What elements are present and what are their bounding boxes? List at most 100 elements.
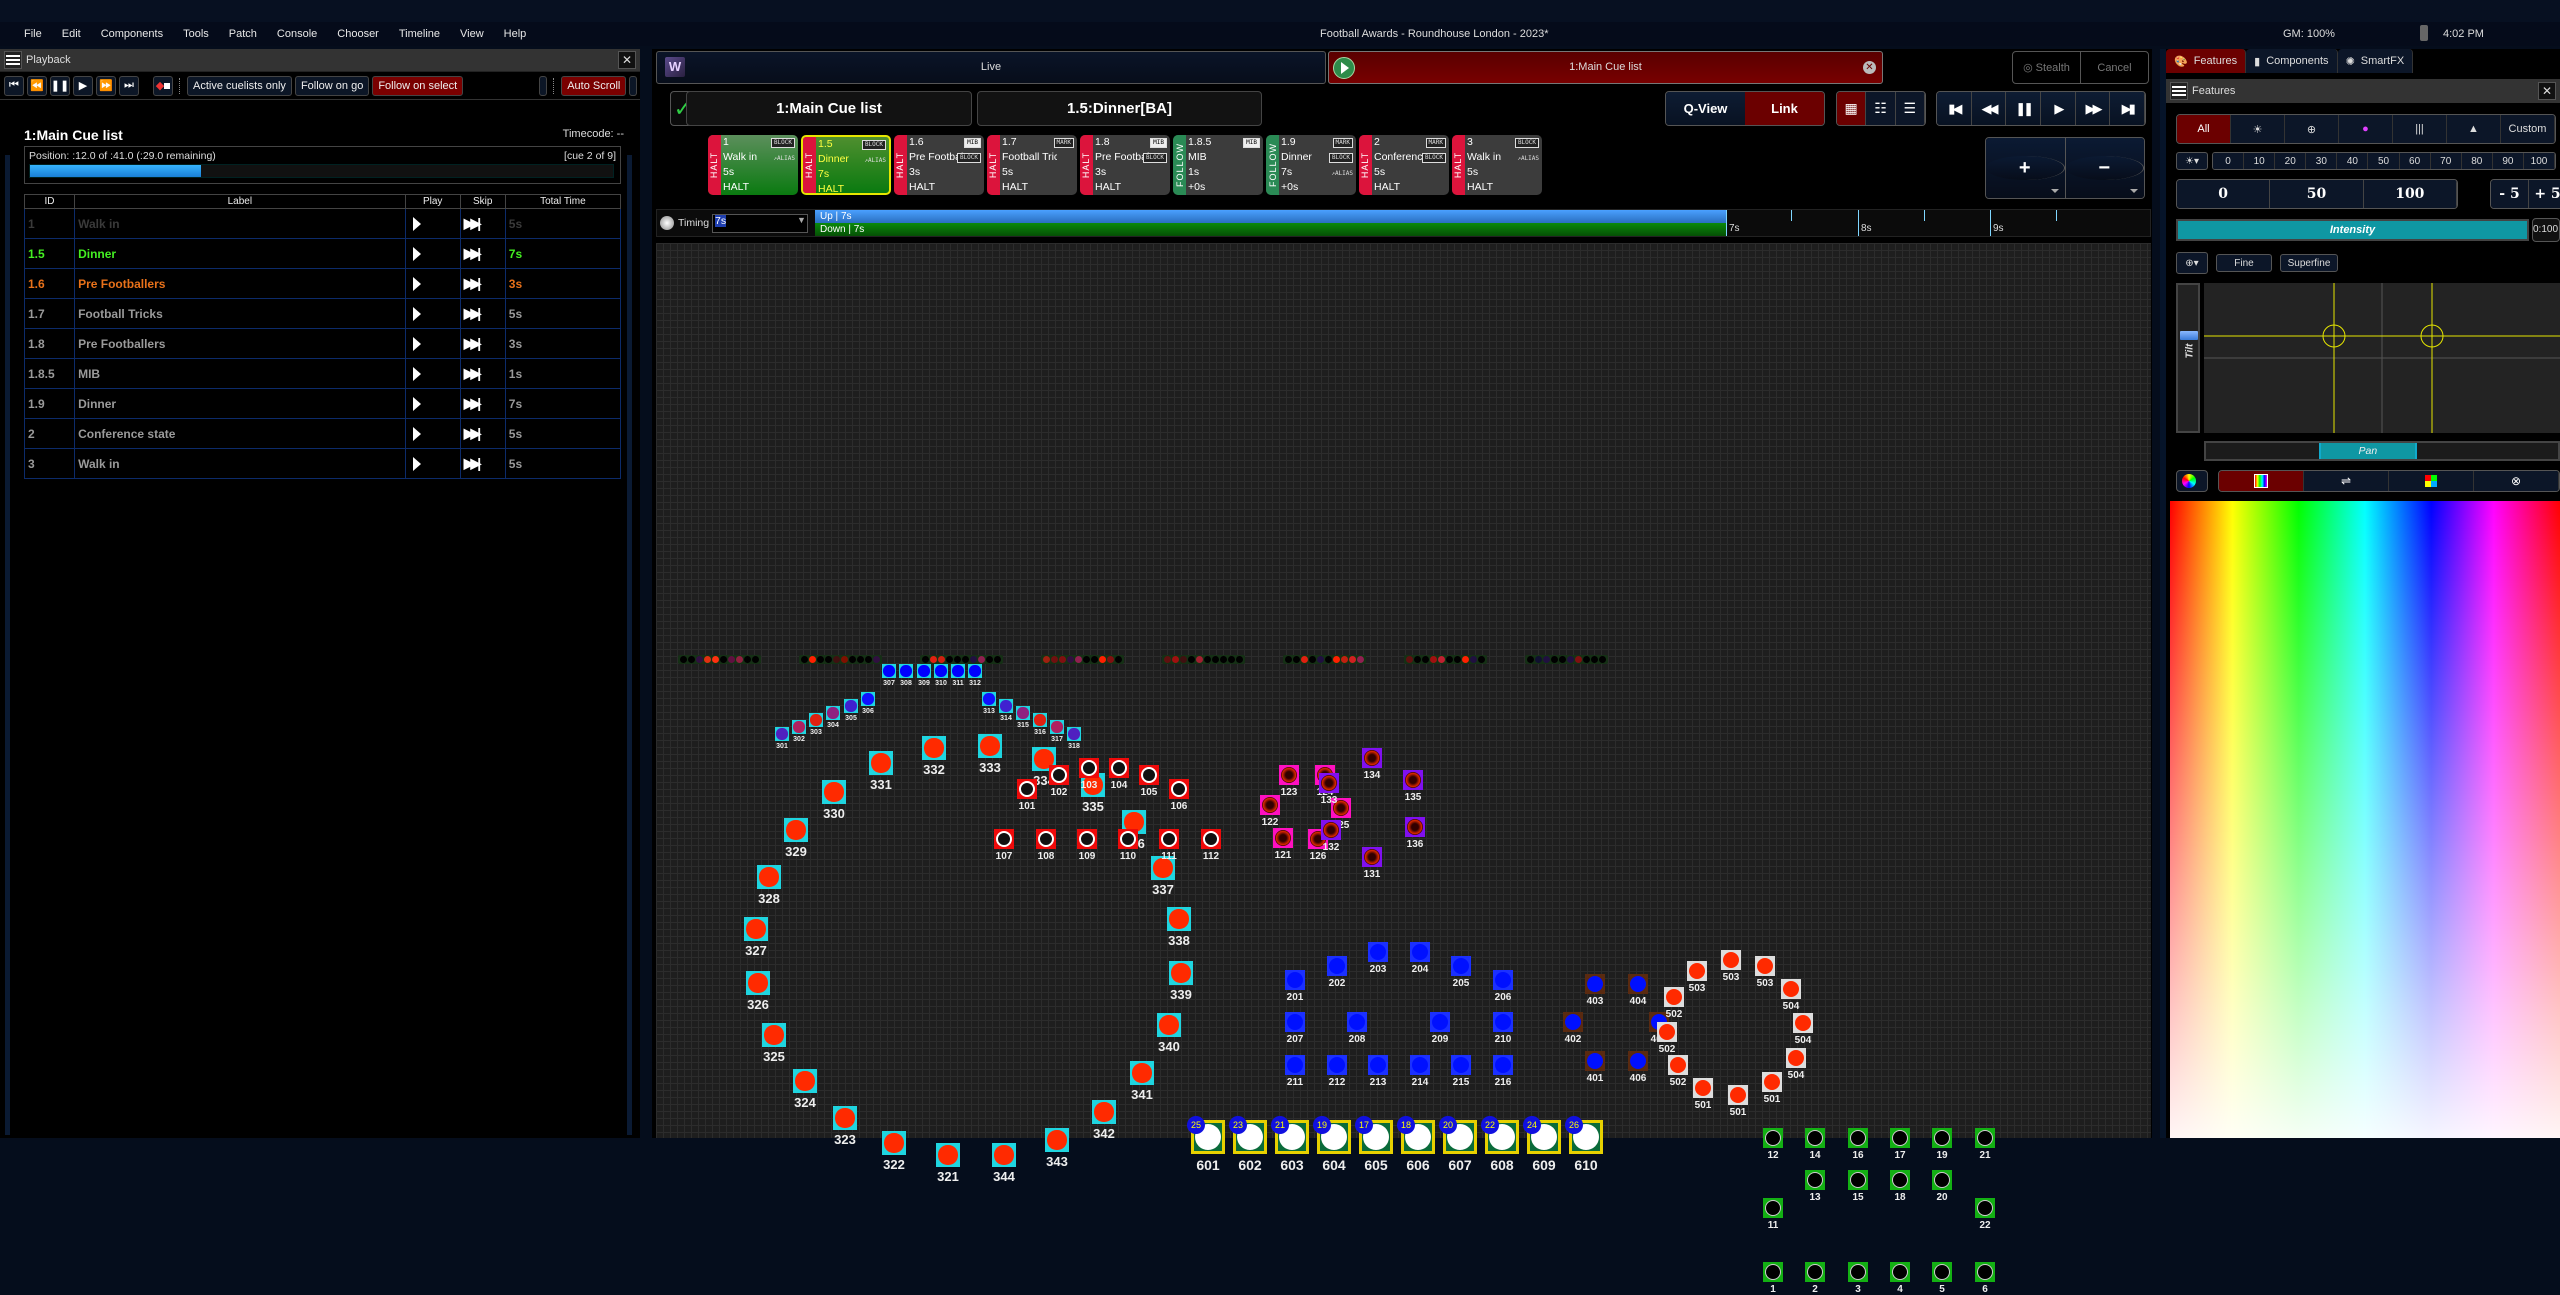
fixture[interactable] [1628,1051,1648,1071]
faders-icon[interactable]: ⇌ [2304,471,2389,491]
skip-cue-button[interactable]: ▶▶| [459,208,506,239]
skip-cue-button[interactable]: ▶▶| [459,268,506,299]
percent-button[interactable]: 0 [2213,153,2245,169]
fixture[interactable] [844,699,858,713]
step-down-button[interactable]: - 5 [2491,180,2529,208]
fixture[interactable] [982,692,996,706]
fast-forward-icon[interactable]: ▶▶ [2075,92,2111,125]
fixture[interactable] [1201,829,1221,849]
percent-button[interactable]: 50 [2368,153,2400,169]
fixture[interactable] [1159,829,1179,849]
cue-row[interactable]: 1.5 Dinner ▶▶| 7s [23,238,622,269]
play-cue-button[interactable] [404,358,461,389]
fixture[interactable] [1781,979,1801,999]
fast-forward-button[interactable]: ⏩ [96,75,116,96]
timing-dropdown-icon[interactable]: ▼ [797,215,807,232]
left-scrollbar[interactable] [5,155,10,1135]
fixture[interactable] [936,1143,960,1167]
menu-patch[interactable]: Patch [219,28,267,40]
stealth-button[interactable]: ◎ Stealth [2013,52,2081,83]
fixture[interactable] [1975,1128,1995,1148]
fixture[interactable] [826,706,840,720]
level-button[interactable]: 100 [2363,180,2457,208]
fixture[interactable] [1368,1055,1388,1075]
overflow-handle[interactable] [629,75,638,96]
cue-row[interactable]: 1.8.5 MIB ▶▶| 1s [23,358,622,389]
fixture[interactable] [1932,1262,1952,1282]
fixture[interactable] [1932,1170,1952,1190]
pause-button[interactable]: ❚❚ [50,75,70,96]
fixture[interactable] [1368,942,1388,962]
play-cue-button[interactable] [404,268,461,299]
skip-to-start-icon[interactable]: ▮◀ [1937,92,1972,125]
release-cuelist-icon[interactable]: ✕ [1863,61,1876,74]
fixture[interactable] [1563,1012,1583,1032]
cue-card[interactable]: FOLLOW 1.9 Dinner 7s +0s MARK BLOCK ↗ALIAS [1266,135,1356,195]
fixture[interactable] [809,713,823,727]
timeline-view-icon[interactable]: ☰ [1895,92,1925,125]
tab-components[interactable]: ▮ Components [2246,49,2338,73]
hamburger-menu-icon[interactable] [4,51,22,69]
fixture[interactable] [869,751,893,775]
fixture[interactable] [1285,970,1305,990]
percent-button[interactable]: 30 [2306,153,2338,169]
qview-button[interactable]: Q-View [1666,92,1745,125]
menu-help[interactable]: Help [494,28,537,40]
fixture[interactable] [762,1023,786,1047]
fixture[interactable] [1763,1128,1783,1148]
fixture[interactable] [1763,1198,1783,1218]
tab-smartfx[interactable]: ✺ SmartFX [2337,49,2414,73]
active-cuelist-bar[interactable]: 1:Main Cue list ✕ [1328,51,1883,84]
live-bar[interactable]: W Live [656,51,1326,84]
level-button[interactable]: 0 [2177,180,2271,208]
play-cue-button[interactable] [404,388,461,419]
percent-button[interactable]: 100 [2523,153,2555,169]
fixture[interactable] [1169,779,1189,799]
fixture[interactable] [1975,1198,1995,1218]
skip-cue-button[interactable]: ▶▶| [459,448,506,479]
skip-cue-button[interactable]: ▶▶| [459,298,506,329]
fixture[interactable] [1762,1072,1782,1092]
fixture[interactable] [1139,765,1159,785]
percent-button[interactable]: 70 [2430,153,2462,169]
skip-to-end-button[interactable]: ⏭ [119,75,139,96]
skip-cue-button[interactable]: ▶▶| [459,358,506,389]
skip-to-end-icon[interactable]: ▶▮ [2110,92,2145,125]
cue-card[interactable]: HALT 1.8Pre Footballers3sHALTMIBBLOCK [1080,135,1170,195]
menu-components[interactable]: Components [91,28,173,40]
fixture[interactable] [746,971,770,995]
remove-cue-button[interactable]: − [2065,138,2144,198]
fixture[interactable] [917,664,931,678]
fixture[interactable] [1049,765,1069,785]
column-header[interactable]: Play [404,194,461,209]
fixture[interactable] [775,727,789,741]
pan-slider[interactable]: Pan [2204,441,2560,461]
fixture[interactable] [1975,1262,1995,1282]
position-icon[interactable]: ⊕ [2285,115,2339,143]
fixture[interactable] [1728,1085,1748,1105]
skip-cue-button[interactable]: ▶▶| [459,328,506,359]
percent-button[interactable]: 60 [2399,153,2431,169]
fixture[interactable] [1362,748,1382,768]
spectrum-icon[interactable] [2219,471,2304,491]
fixture[interactable] [1079,758,1099,778]
play-cue-button[interactable] [404,238,461,269]
release-button[interactable]: ◆ [153,75,173,96]
cue-row[interactable]: 1 Walk in ▶▶| 5s [23,208,622,239]
menu-edit[interactable]: Edit [52,28,91,40]
beam-icon[interactable]: ||| [2393,115,2447,143]
fixture[interactable] [1403,770,1423,790]
table-view-icon[interactable]: ☷ [1866,92,1896,125]
follow-on-go-toggle[interactable]: Follow on go [294,75,370,96]
pan-tilt-pad[interactable] [2204,283,2560,433]
close-panel-button[interactable]: ✕ [2538,82,2556,100]
superfine-button[interactable]: Superfine [2280,254,2338,272]
fixture[interactable] [999,699,1013,713]
gobo-wheel-icon[interactable]: ⊗ [2474,471,2559,491]
fixture[interactable] [1585,974,1605,994]
percent-button[interactable]: 10 [2244,153,2276,169]
fixture[interactable] [1109,758,1129,778]
fade-down-bar[interactable]: Down | 7s [815,223,1726,236]
tab-features[interactable]: 🎨 Features [2166,49,2247,73]
cue-row[interactable]: 3 Walk in ▶▶| 5s [23,448,622,479]
